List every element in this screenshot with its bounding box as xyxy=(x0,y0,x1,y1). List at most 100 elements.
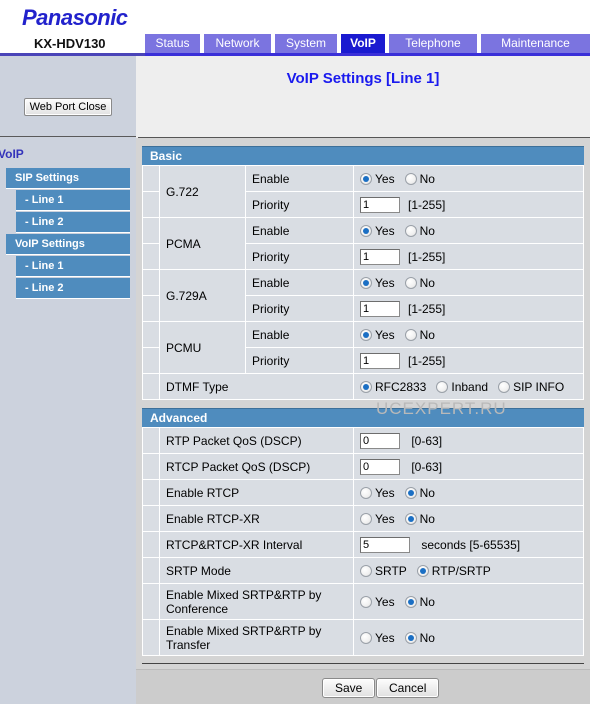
radio-enable-rtcp-no[interactable] xyxy=(404,486,417,499)
radio-label-g-729a-enable-yes[interactable]: Yes xyxy=(375,276,395,290)
interval-input[interactable] xyxy=(360,536,410,553)
radio-label-pcma-enable-no[interactable]: No xyxy=(420,224,435,238)
priority-input-pcma[interactable] xyxy=(360,248,400,265)
radio-mixed-conference-yes[interactable] xyxy=(360,595,372,608)
radio-pcmu-enable-yes[interactable] xyxy=(360,328,372,341)
row-indent xyxy=(142,191,160,218)
radio-label-dtmf-rfc2833[interactable]: RFC2833 xyxy=(375,380,426,394)
srtp-mode-label: SRTP Mode xyxy=(159,557,354,584)
mixed-conference-label: Enable Mixed SRTP&RTP by Conference xyxy=(159,583,354,620)
tab-network[interactable]: Network xyxy=(204,34,271,53)
radio-mixed-conference-no[interactable] xyxy=(404,595,417,608)
save-button[interactable]: Save xyxy=(322,678,376,698)
priority-range-g-722: [1-255] xyxy=(408,197,446,212)
priority-input-pcmu[interactable] xyxy=(360,352,400,369)
tab-status[interactable]: Status xyxy=(145,34,200,53)
codec-priority-label: Priority xyxy=(245,191,354,218)
radio-label-g-722-enable-yes[interactable]: Yes xyxy=(375,172,395,186)
row-indent xyxy=(142,321,160,348)
radio-label-srtp-mode-rtp-srtp[interactable]: RTP/SRTP xyxy=(432,564,491,578)
table-row-interval: RTCP&RTCP-XR Interval seconds [5-65535] xyxy=(142,531,584,558)
radio-label-enable-rtcp-xr-yes[interactable]: Yes xyxy=(375,512,395,526)
rtcp-qos-input[interactable] xyxy=(360,458,400,475)
radio-pcma-enable-no[interactable] xyxy=(404,224,417,237)
radio-srtp-mode-srtp[interactable] xyxy=(360,564,372,577)
radio-label-dtmf-inband[interactable]: Inband xyxy=(451,380,488,394)
radio-enable-rtcp-xr-no[interactable] xyxy=(404,512,417,525)
radio-g-729a-enable-yes[interactable] xyxy=(360,276,372,289)
row-indent xyxy=(142,557,160,584)
table-row-g-722-enable: G.722 Enable Yes No xyxy=(142,165,584,218)
radio-label-enable-rtcp-no[interactable]: No xyxy=(420,486,435,500)
radio-srtp-mode-rtp-srtp[interactable] xyxy=(416,564,429,577)
sidebar-item-sip-settings[interactable]: SIP Settings xyxy=(6,168,130,189)
radio-g-722-enable-no[interactable] xyxy=(404,172,417,185)
row-indent xyxy=(142,619,160,656)
radio-label-enable-rtcp-xr-no[interactable]: No xyxy=(420,512,435,526)
tab-system[interactable]: System xyxy=(275,34,337,53)
row-indent xyxy=(142,347,160,374)
radio-g-729a-enable-no[interactable] xyxy=(404,276,417,289)
radio-label-mixed-conference-no[interactable]: No xyxy=(420,595,435,609)
rtp-qos-value-cell: [0-63] xyxy=(353,427,584,454)
table-row-rtcp-qos: RTCP Packet QoS (DSCP) [0-63] xyxy=(142,453,584,480)
radio-dtmf-inband[interactable] xyxy=(436,380,449,393)
radio-pcmu-enable-no[interactable] xyxy=(404,328,417,341)
advanced-settings-table: RTP Packet QoS (DSCP) [0-63] RTCP Packet… xyxy=(142,427,584,656)
codec-priority-value-cell-g-722: [1-255] xyxy=(353,191,584,218)
sidebar-item-line-2[interactable]: - Line 2 xyxy=(16,212,130,233)
dtmf-type-radio-group: RFC2833 Inband SIP INFO xyxy=(353,373,584,400)
radio-dtmf-rfc2833[interactable] xyxy=(360,380,372,393)
radio-label-pcmu-enable-yes[interactable]: Yes xyxy=(375,328,395,342)
enable-rtcp-label: Enable RTCP xyxy=(159,479,354,506)
radio-label-mixed-transfer-yes[interactable]: Yes xyxy=(375,631,395,645)
table-row-g-729a-enable: G.729A Enable Yes No xyxy=(142,269,584,322)
radio-pcma-enable-yes[interactable] xyxy=(360,224,372,237)
radio-label-enable-rtcp-yes[interactable]: Yes xyxy=(375,486,395,500)
row-indent xyxy=(142,453,160,480)
dtmf-type-label: DTMF Type xyxy=(159,373,354,400)
codec-priority-label: Priority xyxy=(245,295,354,322)
priority-range-g-729a: [1-255] xyxy=(408,301,446,316)
radio-label-dtmf-sip-info[interactable]: SIP INFO xyxy=(513,380,564,394)
radio-label-mixed-conference-yes[interactable]: Yes xyxy=(375,595,395,609)
radio-enable-rtcp-xr-yes[interactable] xyxy=(360,512,372,525)
mixed-transfer-radio-group: Yes No xyxy=(353,619,584,656)
sidebar-item-voip-settings[interactable]: VoIP Settings xyxy=(6,234,130,255)
radio-mixed-transfer-no[interactable] xyxy=(404,631,417,644)
radio-label-pcmu-enable-no[interactable]: No xyxy=(420,328,435,342)
radio-label-g-729a-enable-no[interactable]: No xyxy=(420,276,435,290)
row-indent xyxy=(142,505,160,532)
codec-name-pcmu: PCMU xyxy=(159,321,246,374)
sidebar-item-line-2[interactable]: - Line 2 xyxy=(16,278,130,299)
radio-label-srtp-mode-srtp[interactable]: SRTP xyxy=(375,564,407,578)
rtp-qos-input[interactable] xyxy=(360,432,400,449)
table-row-enable-rtcp: Enable RTCP Yes No xyxy=(142,479,584,506)
rtp-qos-range: [0-63] xyxy=(411,433,443,448)
radio-enable-rtcp-yes[interactable] xyxy=(360,486,372,499)
enable-rtcp-radio-group: Yes No xyxy=(353,479,584,506)
sidebar-item-line-1[interactable]: - Line 1 xyxy=(16,256,130,277)
mixed-transfer-label: Enable Mixed SRTP&RTP by Transfer xyxy=(159,619,354,656)
radio-label-pcma-enable-yes[interactable]: Yes xyxy=(375,224,395,238)
tab-maintenance[interactable]: Maintenance xyxy=(481,34,590,53)
radio-label-mixed-transfer-no[interactable]: No xyxy=(420,631,435,645)
row-indent xyxy=(142,295,160,322)
priority-input-g-722[interactable] xyxy=(360,196,400,213)
row-indent xyxy=(142,373,160,400)
priority-range-pcma: [1-255] xyxy=(408,249,446,264)
web-port-close-button[interactable]: Web Port Close xyxy=(24,98,112,116)
priority-input-g-729a[interactable] xyxy=(360,300,400,317)
radio-label-g-722-enable-no[interactable]: No xyxy=(420,172,435,186)
row-indent xyxy=(142,165,160,192)
tab-telephone[interactable]: Telephone xyxy=(389,34,477,53)
tab-voip[interactable]: VoIP xyxy=(341,34,385,53)
codec-enable-radio-group-g-729a: Yes No xyxy=(353,269,584,296)
row-indent xyxy=(142,243,160,270)
cancel-button[interactable]: Cancel xyxy=(376,678,440,698)
radio-g-722-enable-yes[interactable] xyxy=(360,172,372,185)
sidebar-item-line-1[interactable]: - Line 1 xyxy=(16,190,130,211)
radio-dtmf-sip-info[interactable] xyxy=(498,380,511,393)
sidebar: Web Port Close VoIP SIP Settings - Line 1… xyxy=(0,56,136,704)
radio-mixed-transfer-yes[interactable] xyxy=(360,631,372,644)
